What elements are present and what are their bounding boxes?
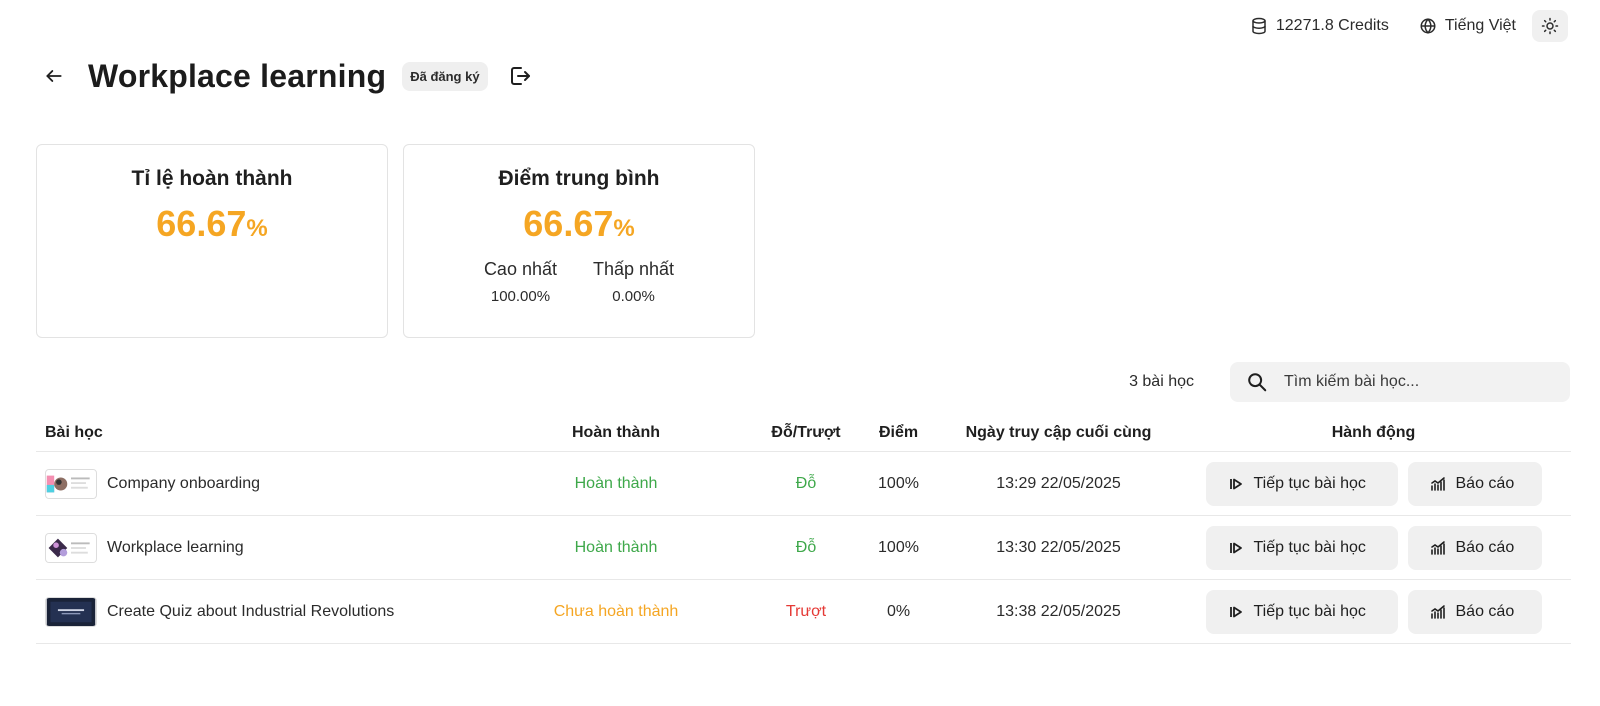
score-range: Cao nhất 100.00% Thấp nhất 0.00%	[404, 259, 754, 305]
row-actions: Tiếp tục bài học Báo cáo	[1176, 589, 1571, 634]
lesson-cell: Create Quiz about Industrial Revolutions	[36, 596, 476, 627]
globe-icon	[1420, 18, 1436, 34]
header-date: Ngày truy cập cuối cùng	[965, 423, 1152, 441]
pass-status: Đỗ	[795, 474, 817, 492]
table-row: Create Quiz about Industrial Revolutions…	[36, 580, 1571, 644]
pass-status: Trượt	[785, 602, 827, 620]
play-icon	[1229, 606, 1242, 617]
header-done: Hoàn thành	[572, 423, 660, 441]
table-row: Workplace learning Hoàn thành Đỗ 100% 13…	[36, 516, 1571, 580]
row-actions: Tiếp tục bài học Báo cáo	[1176, 461, 1571, 506]
header-pass: Đỗ/Trượt	[771, 423, 841, 441]
completion-rate-title: Tỉ lệ hoàn thành	[131, 167, 293, 190]
lesson-name: Company onboarding	[107, 474, 260, 492]
lesson-name: Create Quiz about Industrial Revolutions	[107, 602, 395, 620]
average-score-title: Điểm trung bình	[498, 167, 660, 190]
lesson-cell: Workplace learning	[36, 532, 476, 563]
lesson-thumbnail	[45, 468, 97, 499]
pass-status: Đỗ	[795, 538, 817, 556]
leave-course-button[interactable]	[506, 62, 534, 90]
completion-rate-card: Tỉ lệ hoàn thành 66.67%	[36, 144, 388, 338]
completion-rate-value: 66.67%	[156, 203, 268, 244]
report-button[interactable]: Báo cáo	[1407, 461, 1542, 506]
lesson-thumbnail	[45, 532, 97, 563]
continue-lesson-button[interactable]: Tiếp tục bài học	[1205, 461, 1398, 506]
lesson-list-tools: 3 bài học	[1129, 362, 1570, 402]
completion-status: Hoàn thành	[574, 538, 658, 556]
chart-line-icon	[1430, 476, 1445, 491]
lowest-score: Thấp nhất 0.00%	[593, 259, 675, 305]
language-selector[interactable]: Tiếng Việt	[1419, 17, 1516, 35]
score-value: 0%	[886, 602, 911, 620]
chart-line-icon	[1430, 540, 1445, 555]
average-score-card: Điểm trung bình 66.67% Cao nhất 100.00% …	[403, 144, 755, 338]
continue-lesson-button[interactable]: Tiếp tục bài học	[1205, 525, 1398, 570]
score-value: 100%	[878, 474, 919, 492]
search-icon	[1248, 373, 1267, 392]
page-title: Workplace learning	[88, 57, 387, 94]
top-bar: 12271.8 Credits Tiếng Việt	[1250, 10, 1568, 42]
chart-line-icon	[1430, 604, 1445, 619]
lesson-cell: Company onboarding	[36, 468, 476, 499]
lesson-thumbnail	[45, 596, 97, 627]
lesson-name: Workplace learning	[107, 538, 244, 556]
search-box[interactable]	[1230, 362, 1570, 402]
theme-toggle-button[interactable]	[1532, 10, 1568, 42]
play-icon	[1229, 478, 1242, 489]
enrolled-badge: Đã đăng ký	[402, 61, 488, 91]
header-score: Điểm	[878, 423, 919, 441]
completion-status: Chưa hoàn thành	[553, 602, 679, 620]
lesson-table: Bài học Hoàn thành Đỗ/Trượt Điểm Ngày tr…	[36, 414, 1571, 644]
credits-text: 12271.8 Credits	[1275, 17, 1389, 34]
report-button[interactable]: Báo cáo	[1407, 525, 1542, 570]
continue-lesson-button[interactable]: Tiếp tục bài học	[1205, 589, 1398, 634]
lesson-count: 3 bài học	[1129, 373, 1194, 390]
header-actions: Hành động	[1331, 423, 1416, 441]
last-access-date: 13:29 22/05/2025	[996, 474, 1121, 492]
last-access-date: 13:30 22/05/2025	[996, 538, 1121, 556]
play-icon	[1229, 542, 1242, 553]
header-lesson: Bài học	[45, 423, 103, 441]
table-row: Company onboarding Hoàn thành Đỗ 100% 13…	[36, 452, 1571, 516]
sun-icon	[1541, 17, 1559, 35]
row-actions: Tiếp tục bài học Báo cáo	[1176, 525, 1571, 570]
page-header: Workplace learning Đã đăng ký	[40, 56, 534, 96]
highest-score: Cao nhất 100.00%	[483, 259, 557, 305]
arrow-left-icon	[46, 70, 62, 82]
search-input[interactable]	[1284, 373, 1564, 391]
report-button[interactable]: Báo cáo	[1407, 589, 1542, 634]
last-access-date: 13:38 22/05/2025	[996, 602, 1121, 620]
database-icon	[1252, 17, 1266, 35]
language-text: Tiếng Việt	[1444, 17, 1516, 34]
back-button[interactable]	[40, 62, 68, 90]
completion-status: Hoàn thành	[574, 474, 658, 492]
average-score-value: 66.67%	[523, 203, 635, 244]
table-header: Bài học Hoàn thành Đỗ/Trượt Điểm Ngày tr…	[36, 414, 1571, 452]
score-value: 100%	[878, 538, 919, 556]
credits-indicator[interactable]: 12271.8 Credits	[1250, 17, 1389, 35]
log-out-icon	[510, 67, 530, 85]
